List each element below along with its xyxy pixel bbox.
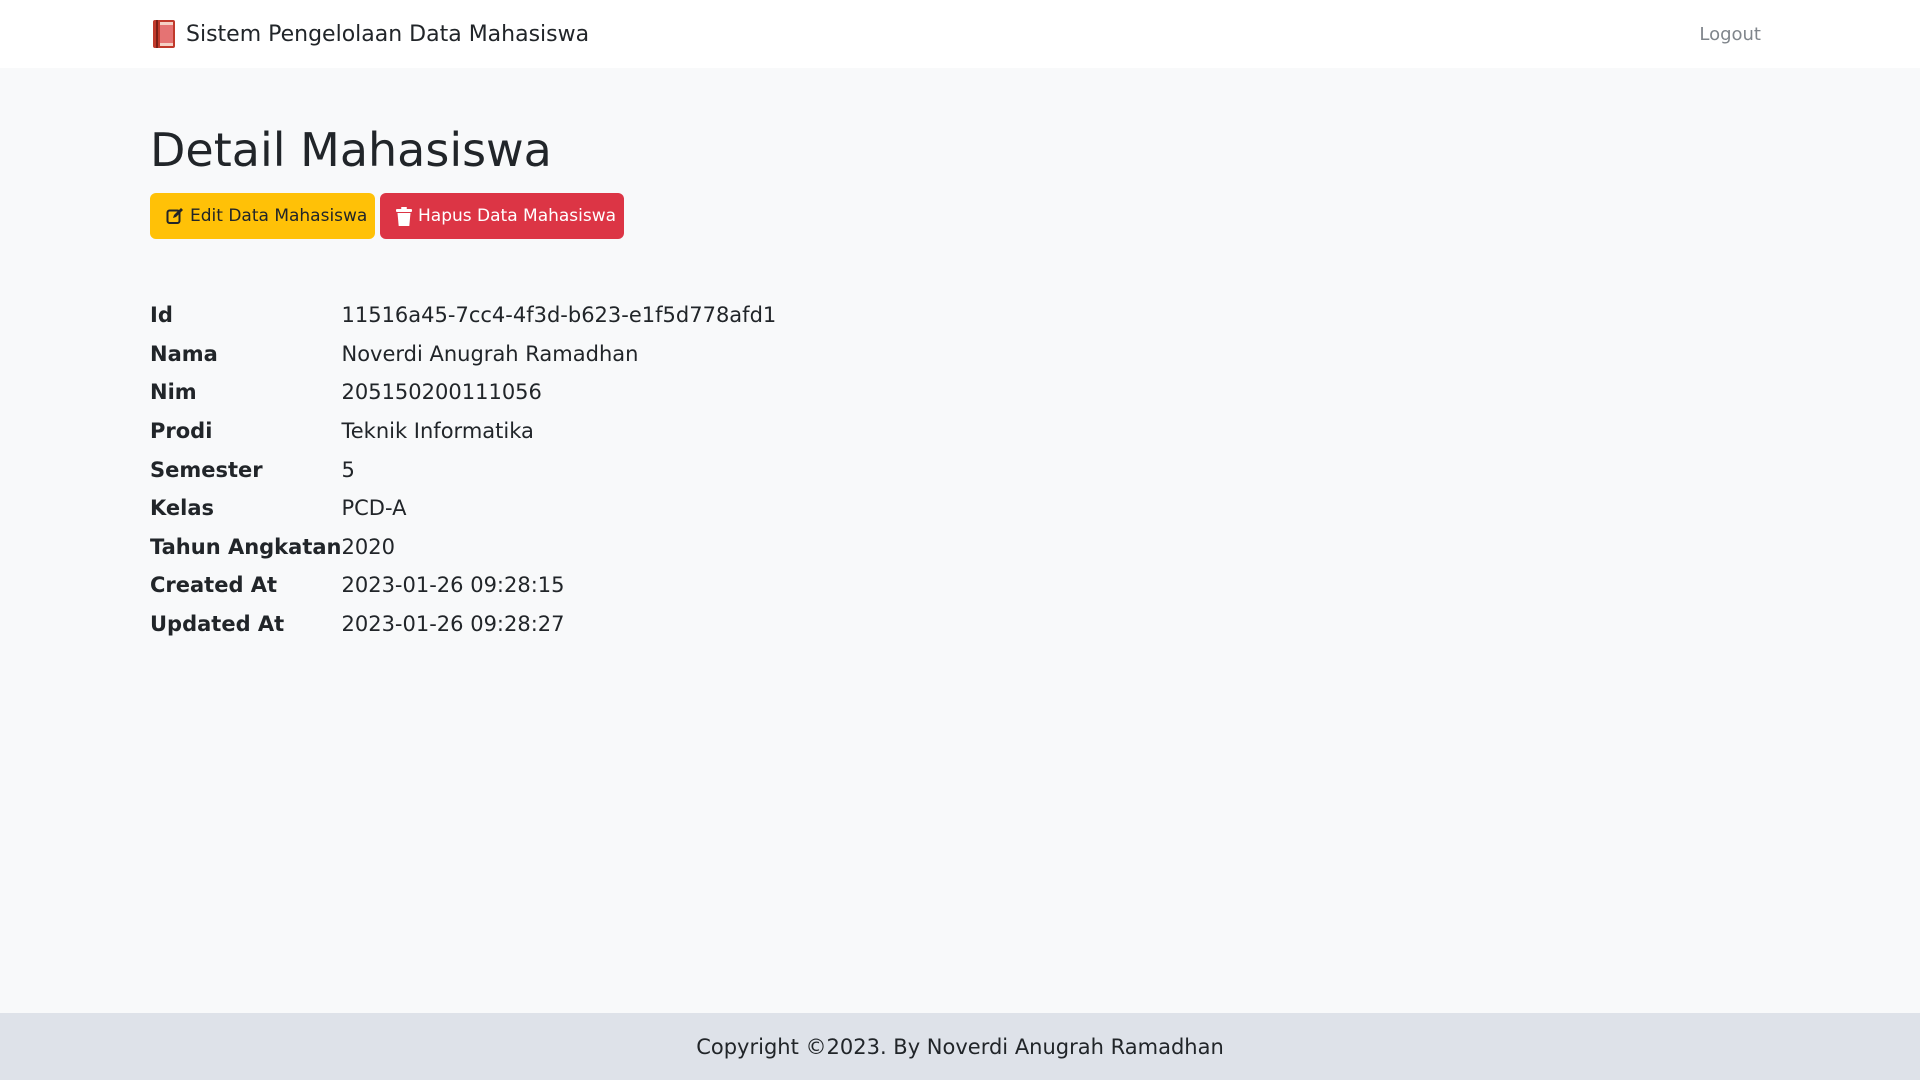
- detail-value: Noverdi Anugrah Ramadhan: [341, 341, 639, 366]
- edit-button[interactable]: Edit Data Mahasiswa: [150, 193, 375, 239]
- detail-value: 5: [341, 457, 355, 482]
- trash-icon: [396, 206, 412, 226]
- navbar: Sistem Pengelolaan Data Mahasiswa Logout: [0, 0, 1920, 68]
- copyright-text: Copyright ©2023. By Noverdi Anugrah Rama…: [696, 1034, 1224, 1059]
- brand-title: Sistem Pengelolaan Data Mahasiswa: [186, 21, 590, 47]
- book-icon: [151, 18, 177, 50]
- detail-label: Tahun Angkatan: [150, 534, 342, 559]
- delete-button-label: Hapus Data Mahasiswa: [418, 206, 617, 226]
- detail-row-nama: Nama Noverdi Anugrah Ramadhan: [150, 335, 776, 374]
- page-title: Detail Mahasiswa: [150, 123, 552, 177]
- footer: Copyright ©2023. By Noverdi Anugrah Rama…: [0, 1013, 1920, 1080]
- logout-link[interactable]: Logout: [1699, 0, 1761, 68]
- detail-value: 2023-01-26 09:28:15: [341, 573, 565, 598]
- detail-value: PCD-A: [341, 496, 407, 521]
- action-buttons: Edit Data Mahasiswa Hapus Data Mahasiswa: [150, 193, 624, 239]
- detail-label: Semester: [150, 457, 263, 482]
- detail-row-id: Id 11516a45-7cc4-4f3d-b623-e1f5d778afd1: [150, 296, 776, 335]
- edit-button-label: Edit Data Mahasiswa: [190, 206, 368, 226]
- edit-icon: [166, 208, 183, 224]
- detail-row-nim: Nim 205150200111056: [150, 373, 776, 412]
- delete-button[interactable]: Hapus Data Mahasiswa: [380, 193, 624, 239]
- detail-row-tahun-angkatan: Tahun Angkatan 2020: [150, 528, 776, 567]
- detail-label: Created At: [150, 573, 278, 598]
- brand-link[interactable]: Sistem Pengelolaan Data Mahasiswa: [151, 0, 589, 68]
- detail-row-kelas: Kelas PCD-A: [150, 489, 776, 528]
- detail-row-created-at: Created At 2023-01-26 09:28:15: [150, 566, 776, 605]
- detail-value: 11516a45-7cc4-4f3d-b623-e1f5d778afd1: [341, 303, 777, 328]
- page: Sistem Pengelolaan Data Mahasiswa Logout…: [0, 0, 1920, 1080]
- detail-label: Nama: [150, 341, 218, 366]
- detail-value: 2023-01-26 09:28:27: [341, 612, 565, 637]
- detail-value: 2020: [341, 534, 395, 559]
- detail-label: Updated At: [150, 612, 285, 637]
- detail-value: Teknik Informatika: [341, 419, 534, 444]
- detail-label: Prodi: [150, 419, 213, 444]
- detail-value: 205150200111056: [341, 380, 542, 405]
- detail-row-prodi: Prodi Teknik Informatika: [150, 412, 776, 451]
- detail-label: Kelas: [150, 496, 215, 521]
- student-details-table: Id 11516a45-7cc4-4f3d-b623-e1f5d778afd1 …: [150, 296, 776, 643]
- detail-label: Nim: [150, 380, 197, 405]
- detail-row-updated-at: Updated At 2023-01-26 09:28:27: [150, 605, 776, 644]
- detail-row-semester: Semester 5: [150, 450, 776, 489]
- detail-label: Id: [150, 303, 173, 328]
